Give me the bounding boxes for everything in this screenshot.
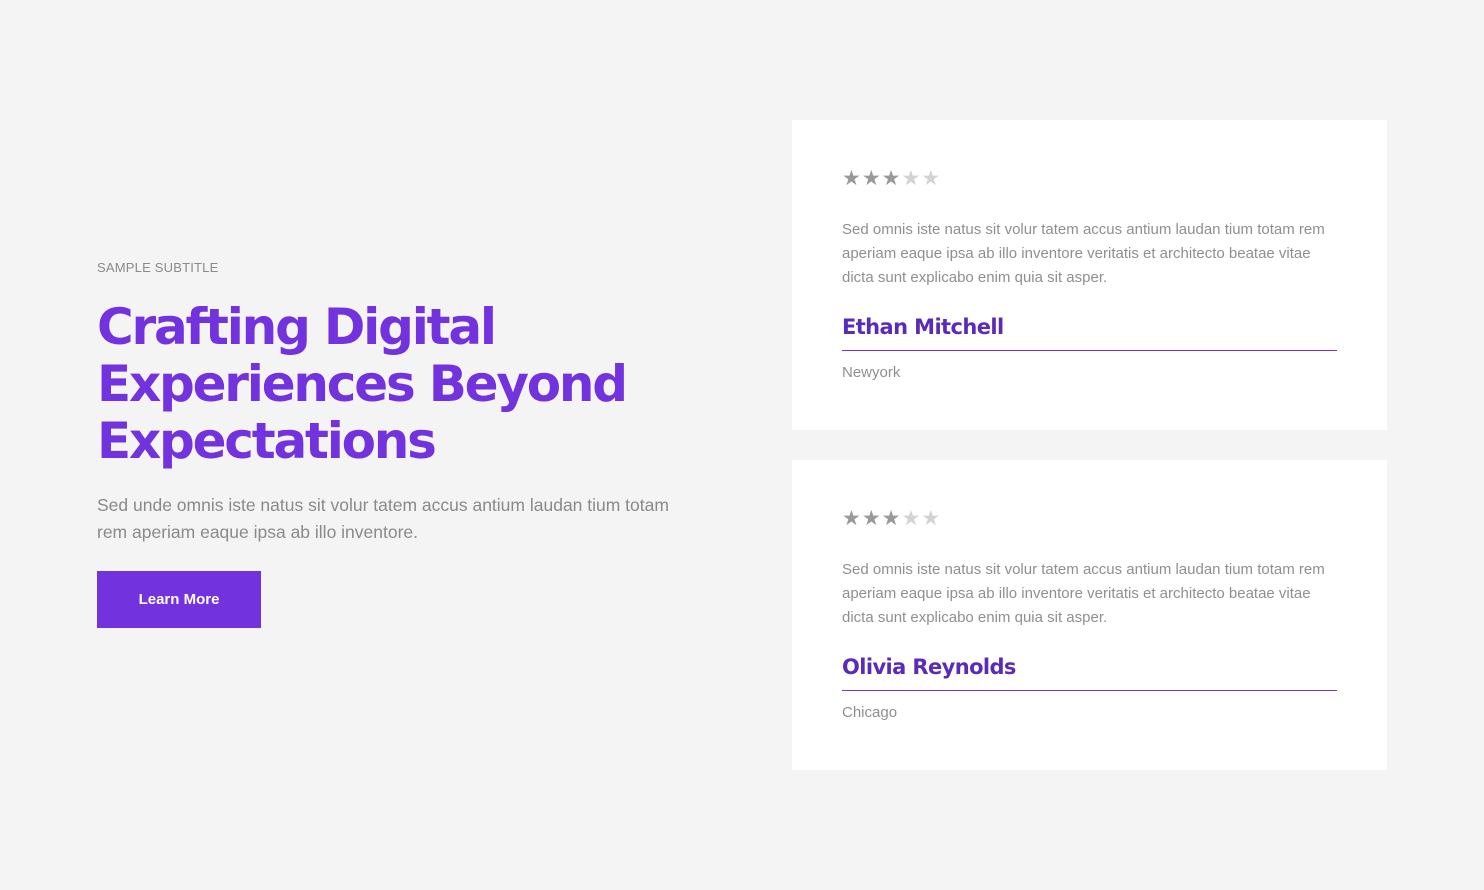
- hero-text-block: SAMPLE SUBTITLE Crafting Digital Experie…: [97, 261, 697, 546]
- star-icon: ★: [861, 167, 881, 190]
- testimonial-card: ★ ★ ★ ★ ★ Sed omnis iste natus sit volur tat…: [792, 120, 1387, 430]
- author-divider: [842, 350, 1337, 351]
- star-icon: ★: [921, 507, 941, 530]
- star-rating: ★ ★ ★ ★ ★: [842, 508, 940, 530]
- star-icon: ★: [881, 167, 901, 190]
- star-icon: ★: [921, 167, 941, 190]
- hero-description: Sed unde omnis iste natus sit volur tate…: [97, 495, 669, 542]
- star-rating: ★ ★ ★ ★ ★: [842, 168, 940, 190]
- star-icon: ★: [901, 507, 921, 530]
- learn-more-button[interactable]: Learn More: [97, 571, 261, 628]
- testimonial-card: ★ ★ ★ ★ ★ Sed omnis iste natus sit volur tat…: [792, 460, 1387, 770]
- star-icon: ★: [861, 507, 881, 530]
- author-divider: [842, 690, 1337, 691]
- star-icon: ★: [901, 167, 921, 190]
- hero-subtitle: SAMPLE SUBTITLE: [97, 260, 219, 275]
- hero-headline: Crafting Digital Experiences Beyond Expe…: [97, 298, 628, 470]
- testimonial-quote: Sed omnis iste natus sit volur tatem acc…: [842, 561, 1325, 626]
- testimonial-author-name: Ethan Mitchell: [842, 315, 1004, 339]
- star-icon: ★: [881, 507, 901, 530]
- testimonial-author-location: Chicago: [842, 704, 898, 721]
- star-icon: ★: [842, 507, 861, 530]
- star-icon: ★: [842, 167, 861, 190]
- testimonial-author-location: Newyork: [842, 364, 901, 381]
- testimonial-author-name: Olivia Reynolds: [842, 655, 1016, 679]
- testimonial-quote: Sed omnis iste natus sit volur tatem acc…: [842, 221, 1325, 286]
